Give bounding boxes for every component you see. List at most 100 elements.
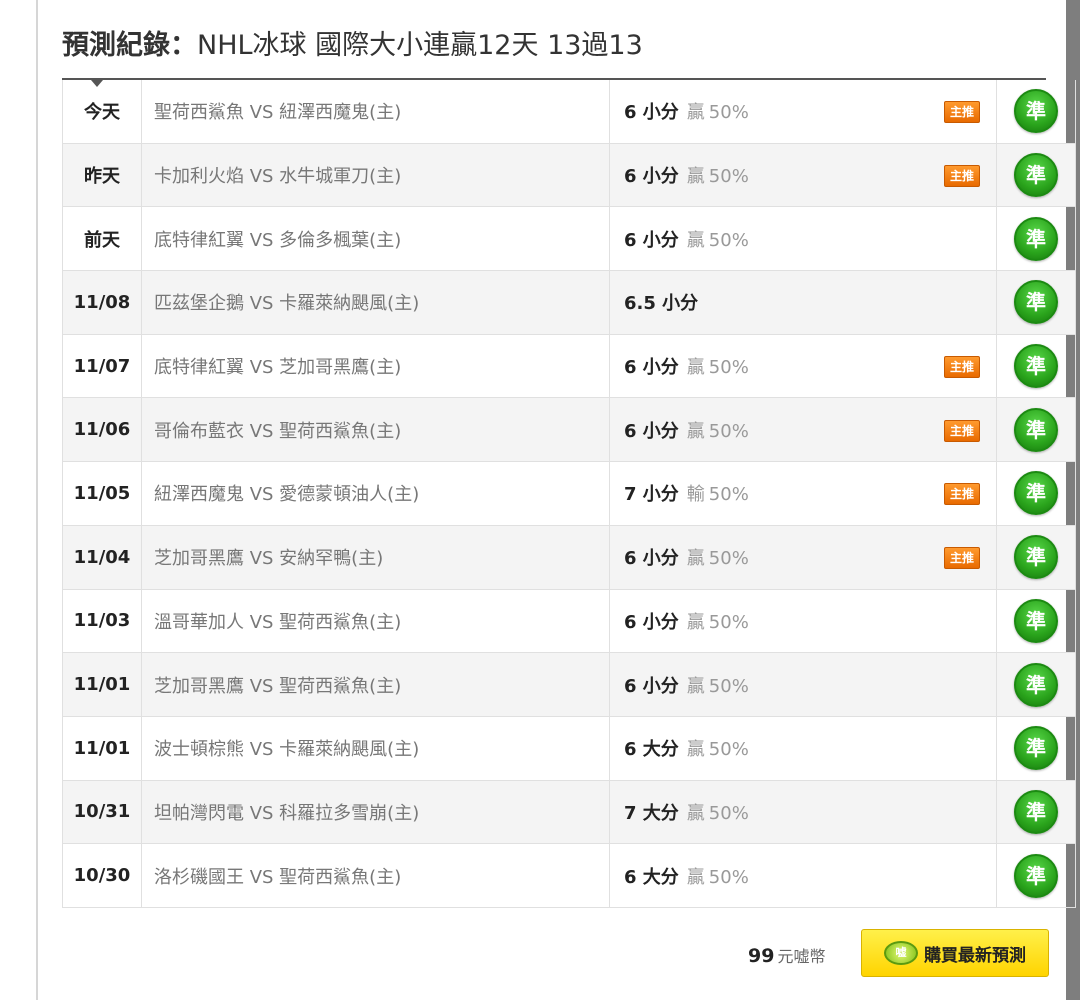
prediction-pick: 6.5 小分 (624, 293, 699, 315)
result-label: 贏 (686, 611, 705, 633)
prediction-result: 贏 50% (687, 867, 749, 888)
table-row: 今天 聖荷西鯊魚 VS 紐澤西魔鬼(主) 6 小分贏 50% 主推 準 (62, 80, 1076, 144)
prediction-records-table: 今天 聖荷西鯊魚 VS 紐澤西魔鬼(主) 6 小分贏 50% 主推準昨天 卡加利火焰 VS… (62, 80, 1076, 908)
result-label: 贏 (686, 739, 705, 761)
accurate-mark-icon: 準 (1014, 89, 1058, 134)
result-percent: 50% (708, 611, 749, 633)
accurate-mark-icon: 準 (1014, 789, 1058, 834)
prediction-pick: 6 小分 (624, 548, 679, 570)
record-date: 11/05 (62, 461, 142, 526)
prediction-result: 贏 50% (687, 102, 749, 123)
record-matchup: 坦帕灣閃電 VS 科羅拉多雪崩(主) (141, 780, 610, 845)
record-accuracy: 準 (996, 716, 1076, 781)
record-accuracy: 準 (996, 80, 1076, 144)
accurate-mark-icon: 準 (1014, 471, 1058, 516)
result-percent: 50% (708, 166, 749, 188)
record-prediction: 6.5 小分 (609, 270, 997, 335)
record-accuracy: 準 (996, 143, 1076, 208)
record-date: 11/03 (62, 589, 142, 654)
prediction-result: 贏 50% (687, 676, 749, 697)
price-amount: 99 (748, 945, 775, 967)
result-label: 輸 (686, 484, 705, 506)
record-matchup: 匹茲堡企鵝 VS 卡羅萊納颶風(主) (141, 270, 610, 335)
result-percent: 50% (708, 102, 749, 124)
prediction-pick: 6 大分 (624, 866, 679, 888)
accurate-mark-icon: 準 (1014, 662, 1058, 707)
prediction-result: 贏 50% (687, 230, 749, 251)
prediction-result: 贏 50% (687, 612, 749, 633)
record-matchup: 底特律紅翼 VS 多倫多楓葉(主) (141, 206, 610, 272)
record-date: 11/08 (62, 270, 142, 335)
table-row: 前天 底特律紅翼 VS 多倫多楓葉(主) 6 小分贏 50% 準 (62, 206, 1076, 272)
record-matchup: 芝加哥黑鷹 VS 聖荷西鯊魚(主) (141, 652, 610, 717)
prediction-pick: 6 大分 (624, 739, 679, 761)
prediction-result: 贏 50% (687, 421, 749, 442)
record-prediction: 7 小分輸 50% 主推 (609, 461, 997, 526)
record-prediction: 7 大分贏 50% (609, 780, 997, 845)
result-label: 贏 (686, 802, 705, 824)
result-percent: 50% (708, 548, 749, 570)
record-date: 前天 (62, 206, 142, 272)
accurate-mark-icon: 準 (1014, 344, 1058, 389)
record-matchup: 洛杉磯國王 VS 聖荷西鯊魚(主) (141, 843, 610, 908)
page-title: 預測紀錄：NHL冰球 國際大小連贏12天 13過13 (62, 24, 643, 68)
record-matchup: 波士頓棕熊 VS 卡羅萊納颶風(主) (141, 716, 610, 781)
record-prediction: 6 大分贏 50% (609, 716, 997, 781)
record-date: 11/06 (62, 397, 142, 463)
record-accuracy: 準 (996, 334, 1076, 399)
tab-pointer-icon (91, 80, 103, 87)
record-date: 11/01 (62, 652, 142, 717)
record-matchup: 溫哥華加人 VS 聖荷西鯊魚(主) (141, 589, 610, 654)
record-matchup: 底特律紅翼 VS 芝加哥黑鷹(主) (141, 334, 610, 399)
table-row: 11/07 底特律紅翼 VS 芝加哥黑鷹(主) 6 小分贏 50% 主推 準 (62, 334, 1076, 399)
price-label: 99 元嘘幣 (748, 941, 825, 971)
table-row: 11/04 芝加哥黑鷹 VS 安納罕鴨(主) 6 小分贏 50% 主推 準 (62, 525, 1076, 590)
prediction-result: 贏 50% (687, 357, 749, 378)
prediction-result: 輸 50% (687, 484, 749, 505)
accurate-mark-icon: 準 (1014, 280, 1058, 325)
record-date: 昨天 (62, 143, 142, 208)
accurate-mark-icon: 準 (1014, 726, 1058, 771)
record-prediction: 6 小分贏 50% 主推 (609, 525, 997, 590)
prediction-pick: 7 小分 (624, 484, 679, 506)
panel-left-border (36, 0, 38, 1000)
record-prediction: 6 小分贏 50% 主推 (609, 334, 997, 399)
record-prediction: 6 大分贏 50% (609, 843, 997, 908)
record-prediction: 6 小分贏 50% 主推 (609, 80, 997, 144)
prediction-pick: 6 小分 (624, 357, 679, 379)
title-lead: 預測紀錄： (62, 30, 197, 61)
result-percent: 50% (708, 675, 749, 697)
record-accuracy: 準 (996, 206, 1076, 272)
coin-icon: 嘘 (884, 941, 918, 965)
record-prediction: 6 小分贏 50% (609, 206, 997, 272)
prediction-result: 贏 50% (687, 166, 749, 187)
prediction-pick: 6 小分 (624, 102, 679, 124)
result-percent: 50% (708, 357, 749, 379)
result-label: 贏 (686, 675, 705, 697)
featured-badge: 主推 (943, 419, 980, 442)
record-date: 10/31 (62, 780, 142, 845)
accurate-mark-icon: 準 (1014, 598, 1058, 643)
featured-badge: 主推 (943, 165, 980, 188)
record-matchup: 芝加哥黑鷹 VS 安納罕鴨(主) (141, 525, 610, 590)
result-label: 贏 (686, 548, 705, 570)
prediction-result: 贏 50% (687, 548, 749, 569)
record-accuracy: 準 (996, 843, 1076, 908)
result-percent: 50% (708, 802, 749, 824)
featured-badge: 主推 (943, 547, 980, 570)
table-row: 11/06 哥倫布藍衣 VS 聖荷西鯊魚(主) 6 小分贏 50% 主推 準 (62, 397, 1076, 463)
result-percent: 50% (708, 866, 749, 888)
record-matchup: 紐澤西魔鬼 VS 愛德蒙頓油人(主) (141, 461, 610, 526)
table-row: 11/08 匹茲堡企鵝 VS 卡羅萊納颶風(主) 6.5 小分 準 (62, 270, 1076, 335)
record-matchup: 哥倫布藍衣 VS 聖荷西鯊魚(主) (141, 397, 610, 463)
record-date: 11/04 (62, 525, 142, 590)
record-date: 11/07 (62, 334, 142, 399)
buy-latest-prediction-button[interactable]: 嘘 購買最新預測 (861, 929, 1049, 977)
table-row: 10/30 洛杉磯國王 VS 聖荷西鯊魚(主) 6 大分贏 50% 準 (62, 843, 1076, 908)
prediction-result: 贏 50% (687, 739, 749, 760)
record-date: 今天 (62, 80, 142, 144)
prediction-pick: 6 小分 (624, 166, 679, 188)
result-percent: 50% (708, 739, 749, 761)
accurate-mark-icon: 準 (1014, 407, 1058, 452)
table-row: 昨天 卡加利火焰 VS 水牛城軍刀(主) 6 小分贏 50% 主推 準 (62, 143, 1076, 208)
